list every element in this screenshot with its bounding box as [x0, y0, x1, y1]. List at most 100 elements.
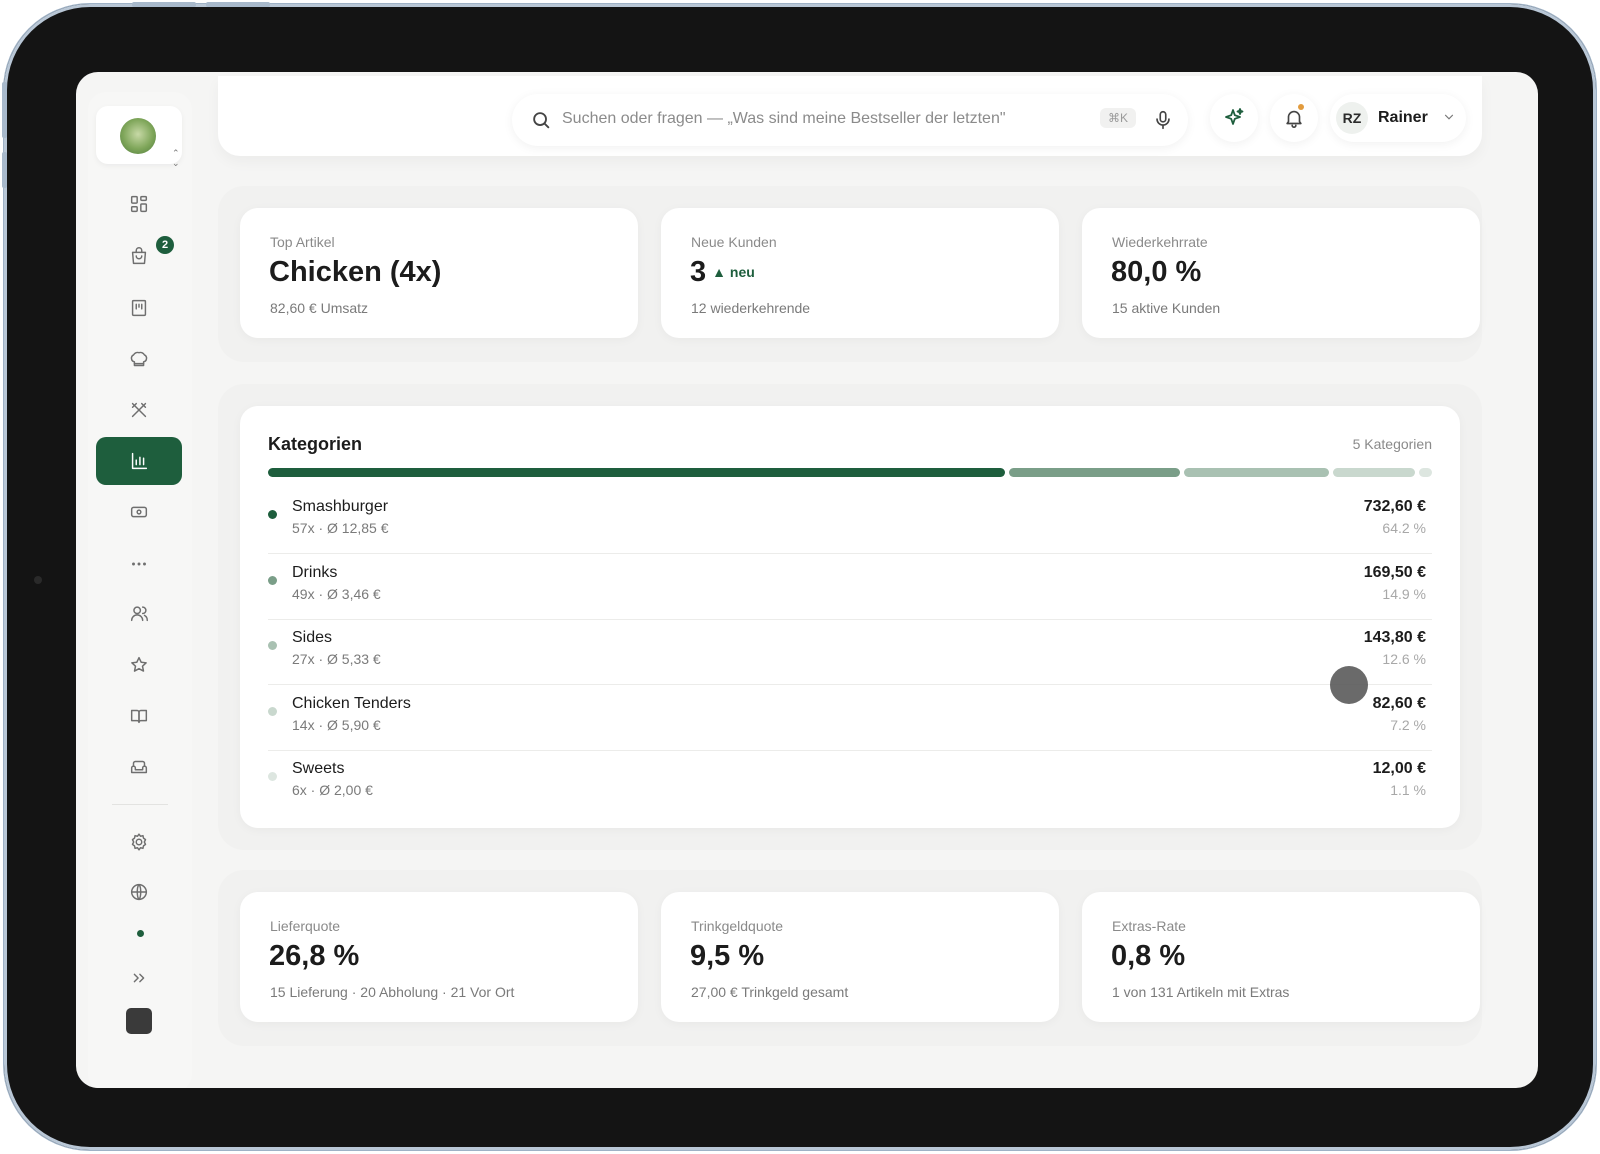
menu-board-icon	[131, 299, 147, 317]
sparkles-icon	[1225, 108, 1244, 125]
user-menu[interactable]: RZ Rainer	[1330, 94, 1466, 142]
kpi-section-top: Top Artikel Chicken (4x) 82,60 € Umsatz …	[218, 186, 1482, 362]
share-segment	[1184, 468, 1329, 477]
cash-icon	[130, 506, 148, 518]
category-meta: 49x · Ø 3,46 €	[292, 585, 381, 602]
sidebar-item-favorites[interactable]	[96, 641, 182, 689]
sidebar-item-orders[interactable]: 2	[96, 232, 182, 280]
ai-assistant-button[interactable]	[1210, 94, 1258, 142]
notifications-button[interactable]	[1270, 94, 1318, 142]
kpi-value-wrap: 3 ▲ neu	[690, 256, 755, 289]
gear-icon	[131, 833, 147, 851]
sidebar-item-more[interactable]	[96, 540, 182, 588]
sidebar-item-customers[interactable]	[96, 590, 182, 638]
search-icon	[533, 112, 550, 129]
category-share-bar	[268, 468, 1432, 477]
kpi-section-bottom: Lieferquote 26,8 % 15 Lieferung · 20 Abh…	[218, 870, 1482, 1046]
shortcut-hint: ⌘K	[1100, 108, 1137, 128]
sidebar-item-seating[interactable]	[96, 743, 182, 791]
category-percent: 12.6 %	[1382, 651, 1426, 667]
trend-badge: ▲ neu	[712, 264, 755, 280]
search-input[interactable]: Suchen oder fragen — „Was sind meine Bes…	[562, 110, 1006, 128]
sidebar-item-menu[interactable]	[96, 284, 182, 332]
globe-icon	[130, 883, 148, 901]
category-name: Sides	[292, 629, 333, 646]
category-color-dot	[268, 510, 277, 519]
topbar: Suchen oder fragen — „Was sind meine Bes…	[218, 76, 1482, 156]
category-amount: 82,60 €	[1372, 694, 1426, 712]
category-row[interactable]: Smashburger 57x · Ø 12,85 € 732,60 € 64.2 %	[268, 488, 1432, 554]
bar-chart-icon	[131, 452, 148, 470]
notification-dot	[1298, 104, 1304, 110]
sidebar-item-recipes[interactable]	[96, 692, 182, 740]
category-color-dot	[268, 641, 277, 650]
kpi-sub: 15 aktive Kunden	[1112, 300, 1221, 316]
sofa-icon	[130, 760, 148, 774]
card-title: Kategorien	[268, 434, 363, 454]
kpi-value: 26,8 %	[269, 940, 360, 972]
chevron-updown-icon: ⌃ ⌄	[172, 148, 180, 168]
sidebar-item-analytics[interactable]	[96, 437, 182, 485]
category-row[interactable]: Drinks 49x · Ø 3,46 € 169,50 € 14.9 %	[268, 554, 1432, 620]
sidebar-item-tools[interactable]	[96, 386, 182, 434]
kpi-sub: 15 Lieferung · 20 Abholung · 21 Vor Ort	[270, 984, 515, 1000]
restaurant-switcher[interactable]: ⌃ ⌄	[96, 106, 182, 168]
sidebar-item-settings[interactable]	[96, 818, 182, 866]
kpi-sub: 1 von 131 Artikeln mit Extras	[1112, 984, 1290, 1000]
bell-icon	[1286, 110, 1302, 128]
sidebar-item-payments[interactable]	[96, 488, 182, 536]
sidebar-item-website[interactable]	[96, 868, 182, 916]
kpi-value: 3	[690, 256, 707, 288]
tablet-frame: ⌃ ⌄ 2 Suchen oder fragen — „Was sind mei…	[2, 2, 1596, 1150]
category-percent: 7.2 %	[1390, 716, 1426, 733]
category-row[interactable]: Sweets 6x · Ø 2,00 € 12,00 € 1.1 %	[268, 750, 1432, 816]
share-segment	[1009, 468, 1181, 477]
category-name: Sweets	[292, 760, 345, 777]
category-count: 5 Kategorien	[1352, 436, 1432, 452]
share-segment	[1419, 468, 1432, 477]
grid-icon	[130, 195, 148, 213]
category-percent: 14.9 %	[1382, 585, 1426, 602]
user-name: Rainer	[1378, 109, 1428, 126]
category-amount: 143,80 €	[1363, 629, 1426, 646]
category-name: Chicken Tenders	[292, 694, 411, 712]
kpi-label: Top Artikel	[270, 234, 335, 250]
sidebar-item-kitchen[interactable]	[96, 336, 182, 384]
sidebar-expand-button[interactable]	[96, 954, 182, 1002]
status-dot	[137, 930, 144, 937]
touch-indicator	[1330, 666, 1368, 704]
kpi-card-return-rate: Wiederkehrrate 80,0 % 15 aktive Kunden	[1082, 208, 1480, 338]
kpi-card-top-item: Top Artikel Chicken (4x) 82,60 € Umsatz	[240, 208, 638, 338]
sidebar-item-dashboard[interactable]	[96, 180, 182, 228]
kpi-label: Wiederkehrrate	[1112, 234, 1208, 250]
share-segment	[268, 468, 1006, 477]
kpi-sub: 27,00 € Trinkgeld gesamt	[691, 984, 849, 1000]
category-row[interactable]: Chicken Tenders 14x · Ø 5,90 € 82,60 € 7.2 …	[268, 685, 1432, 751]
categories-card: Kategorien 5 Kategorien Smashburger 57x ·…	[240, 406, 1460, 828]
avatar: RZ	[1336, 102, 1368, 134]
category-percent: 64.2 %	[1382, 520, 1426, 536]
categories-section: Kategorien 5 Kategorien Smashburger 57x ·…	[218, 384, 1482, 850]
kpi-card-new-customers: Neue Kunden 3 ▲ neu 12 wiederkehrende	[661, 208, 1059, 338]
users-icon	[130, 606, 148, 622]
app-screen: ⌃ ⌄ 2 Suchen oder fragen — „Was sind mei…	[76, 72, 1538, 1088]
category-meta: 14x · Ø 5,90 €	[292, 716, 381, 733]
kpi-sub: 82,60 € Umsatz	[270, 300, 369, 316]
orders-badge: 2	[156, 236, 174, 254]
microphone-icon[interactable]	[1152, 108, 1174, 132]
share-segment	[1332, 468, 1416, 477]
kpi-card-tip-rate: Trinkgeldquote 9,5 % 27,00 € Trinkgeld g…	[661, 892, 1059, 1022]
category-meta: 57x · Ø 12,85 €	[292, 520, 389, 536]
kpi-label: Neue Kunden	[691, 234, 777, 250]
kpi-card-delivery-rate: Lieferquote 26,8 % 15 Lieferung · 20 Abh…	[240, 892, 638, 1022]
category-name: Drinks	[292, 563, 338, 581]
search-bar[interactable]: Suchen oder fragen — „Was sind meine Bes…	[512, 94, 1188, 146]
kpi-value: Chicken (4x)	[269, 256, 442, 288]
restaurant-logo	[120, 118, 156, 154]
category-amount: 169,50 €	[1363, 563, 1426, 581]
sidebar-divider	[112, 804, 168, 805]
category-row[interactable]: Sides 27x · Ø 5,33 € 143,80 € 12.6 %	[268, 619, 1432, 685]
kpi-value: 80,0 %	[1111, 256, 1202, 288]
camera	[34, 576, 42, 584]
kpi-sub: 12 wiederkehrende	[691, 300, 811, 316]
